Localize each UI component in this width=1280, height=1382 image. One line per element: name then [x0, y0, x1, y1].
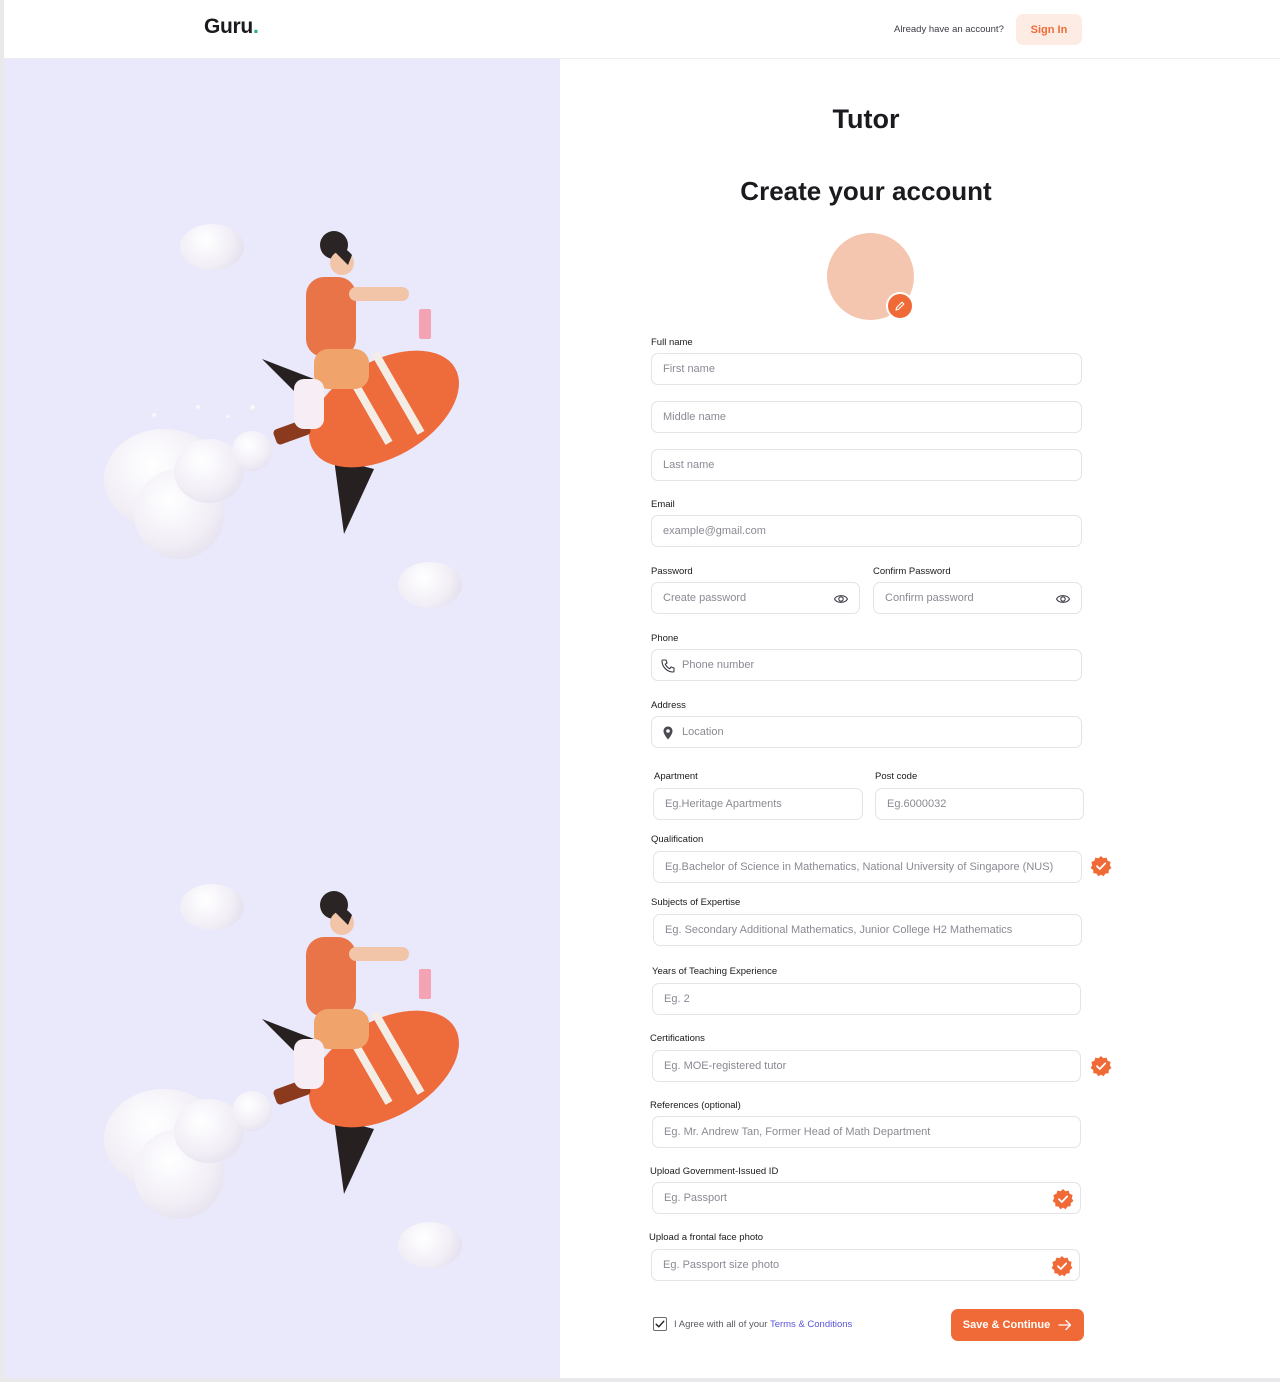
government-id-upload[interactable] — [652, 1182, 1081, 1214]
logo-dot: . — [252, 15, 259, 38]
top-bar: Guru. Already have an account? Sign In — [4, 0, 1280, 59]
middle-name-input[interactable] — [663, 402, 1070, 432]
last-name-field[interactable] — [651, 449, 1082, 481]
years-experience-input[interactable] — [664, 984, 1069, 1014]
rocket-illustration-bottom — [4, 719, 560, 1378]
role-heading: Tutor — [832, 104, 900, 134]
qualification-input[interactable] — [665, 852, 1070, 882]
terms-link[interactable]: Terms & Conditions — [770, 1319, 852, 1330]
agree-label: I Agree with all of your — [674, 1319, 770, 1330]
post-code-input[interactable] — [887, 789, 1072, 819]
eye-icon[interactable] — [833, 591, 849, 607]
page-frame: Guru. Already have an account? Sign In T… — [4, 0, 1280, 1378]
government-id-label: Upload Government-Issued ID — [650, 1166, 779, 1177]
address-field[interactable] — [651, 716, 1082, 748]
confirm-password-label: Confirm Password — [873, 566, 951, 577]
apartment-input[interactable] — [665, 789, 851, 819]
particle-icon — [250, 405, 256, 411]
subjects-input[interactable] — [665, 915, 1070, 945]
middle-name-field[interactable] — [651, 401, 1082, 433]
post-code-label: Post code — [875, 771, 918, 782]
last-name-input[interactable] — [663, 450, 1070, 480]
particle-icon — [196, 405, 201, 410]
first-name-input[interactable] — [663, 354, 1070, 384]
save-continue-label: Save & Continue — [962, 1319, 1051, 1331]
apartment-field[interactable] — [653, 788, 863, 820]
confirm-password-field[interactable] — [873, 582, 1082, 614]
avatar-edit-button[interactable] — [886, 292, 914, 320]
confirm-password-input[interactable] — [885, 583, 1070, 613]
rocket-illustration-top — [4, 59, 560, 719]
verified-badge-icon — [1051, 1256, 1073, 1277]
particle-icon — [226, 415, 230, 419]
address-input[interactable] — [682, 717, 1071, 747]
logo-text: Guru — [204, 15, 253, 38]
references-field[interactable] — [652, 1116, 1081, 1148]
government-id-input[interactable] — [664, 1183, 1069, 1213]
face-photo-label: Upload a frontal face photo — [649, 1232, 764, 1243]
save-continue-button[interactable]: Save & Continue — [951, 1309, 1084, 1341]
agree-text: I Agree with all of your Terms & Conditi… — [674, 1319, 852, 1330]
cloud-icon — [398, 1222, 462, 1268]
verified-badge-icon — [1090, 1056, 1112, 1077]
subjects-label: Subjects of Expertise — [651, 897, 741, 908]
particle-icon — [152, 413, 157, 418]
subjects-field[interactable] — [653, 914, 1082, 946]
phone-input[interactable] — [682, 650, 1071, 680]
password-input[interactable] — [663, 583, 848, 613]
certifications-field[interactable] — [652, 1050, 1081, 1082]
references-label: References (optional) — [650, 1100, 741, 1111]
signup-form-panel: Tutor Create your account Full name Emai… — [560, 59, 1280, 1378]
apartment-label: Apartment — [654, 771, 698, 782]
certifications-label: Certifications — [650, 1033, 705, 1044]
phone-field[interactable] — [651, 649, 1082, 681]
phone-label: Phone — [651, 633, 679, 644]
arrow-right-icon — [1058, 1319, 1072, 1331]
post-code-field[interactable] — [875, 788, 1084, 820]
verified-badge-icon — [1052, 1189, 1074, 1210]
cloud-icon — [180, 224, 244, 270]
map-pin-icon — [663, 726, 673, 740]
checkmark-icon — [655, 1320, 665, 1328]
have-account-text: Already have an account? — [894, 24, 1004, 35]
face-photo-input[interactable] — [663, 1250, 1068, 1280]
illustration-panel — [4, 59, 560, 1378]
rocket-rider-icon — [262, 891, 459, 1194]
email-field[interactable] — [651, 515, 1082, 547]
logo[interactable]: Guru. — [204, 15, 259, 39]
certifications-input[interactable] — [664, 1051, 1069, 1081]
face-photo-upload[interactable] — [651, 1249, 1080, 1281]
address-label: Address — [651, 700, 686, 711]
years-experience-field[interactable] — [652, 983, 1081, 1015]
page-title: Create your account — [740, 176, 992, 206]
cloud-icon — [180, 884, 244, 930]
references-input[interactable] — [664, 1117, 1069, 1147]
qualification-field[interactable] — [653, 851, 1082, 883]
agree-checkbox[interactable] — [653, 1317, 667, 1331]
sign-in-button[interactable]: Sign In — [1016, 14, 1082, 45]
email-input[interactable] — [663, 516, 1070, 546]
password-label: Password — [651, 566, 693, 577]
pencil-icon — [895, 301, 905, 311]
qualification-label: Qualification — [651, 834, 704, 845]
eye-icon[interactable] — [1055, 591, 1071, 607]
rocket-rider-icon — [262, 231, 459, 534]
password-field[interactable] — [651, 582, 860, 614]
full-name-label: Full name — [651, 337, 693, 348]
verified-badge-icon — [1090, 856, 1112, 877]
email-label: Email — [651, 499, 675, 510]
phone-icon — [661, 659, 675, 673]
first-name-field[interactable] — [651, 353, 1082, 385]
cloud-icon — [398, 562, 462, 608]
years-experience-label: Years of Teaching Experience — [652, 966, 778, 977]
